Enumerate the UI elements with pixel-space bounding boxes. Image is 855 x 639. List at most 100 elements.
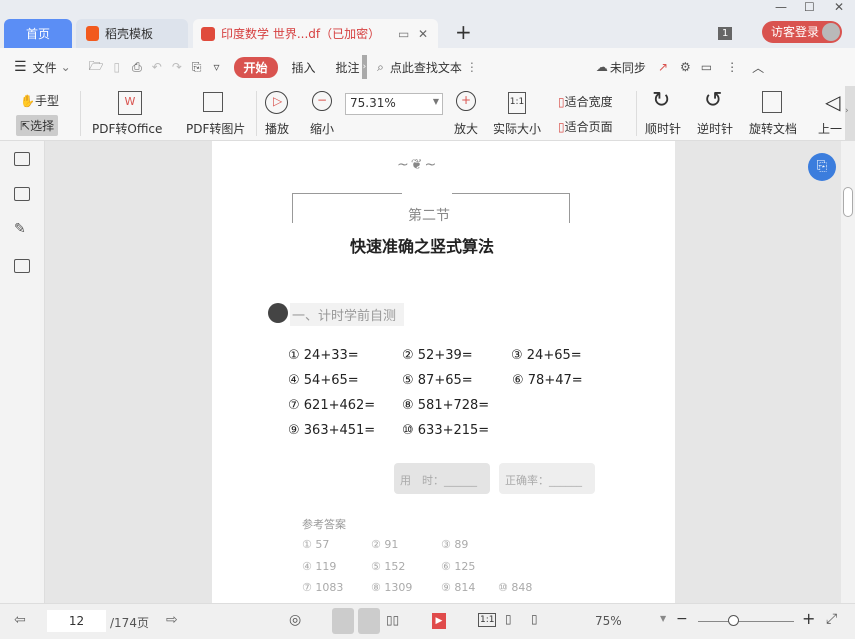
open-icon[interactable]: 🗁 xyxy=(89,57,104,78)
comment-icon[interactable]: ▭ xyxy=(701,60,712,74)
sync-status[interactable]: 未同步 xyxy=(610,59,646,76)
scrollbar-thumb[interactable] xyxy=(843,187,853,217)
print-icon[interactable]: ⎙ xyxy=(132,60,142,75)
time-box: 用 时：______ xyxy=(394,463,490,494)
pdf-to-office-button[interactable]: PDF转Office xyxy=(92,120,162,137)
hand-label: 手型 xyxy=(34,94,59,108)
actual-size-icon: 1:1 xyxy=(508,92,526,114)
thumbnail-icon[interactable] xyxy=(14,187,30,201)
tab-label: 印度数学 世界...df（已加密） xyxy=(221,27,381,41)
outline-icon[interactable] xyxy=(14,152,30,166)
pin-icon[interactable]: ▭ xyxy=(398,27,409,41)
zoom-in-button[interactable]: 放大 xyxy=(454,120,478,137)
collapse-icon[interactable]: ︿ xyxy=(752,59,764,76)
tab-templates[interactable]: 稻壳模板 xyxy=(76,19,188,48)
tab-document[interactable]: 印度数学 世界...df（已加密） ▭ ✕ xyxy=(193,19,438,48)
select-tool[interactable]: ⇱选择 xyxy=(16,115,59,136)
pdf-page: ~❦~ 第二节 快速准确之竖式算法 一、计时学前自测 ① 24+33= ② 52… xyxy=(212,141,675,603)
close-tab-icon[interactable]: ✕ xyxy=(418,27,428,41)
undo-icon[interactable]: ↶ xyxy=(152,60,162,74)
window-count-badge[interactable]: 1 xyxy=(718,27,733,40)
share-icon[interactable]: ↗ xyxy=(658,60,668,74)
answer: ① 57 xyxy=(302,538,330,551)
new-tab-button[interactable]: + xyxy=(455,20,472,44)
fit-page-button[interactable]: ▯ xyxy=(505,612,512,626)
maximize-button[interactable]: ☐ xyxy=(804,0,815,14)
tab-comment[interactable]: 批注 xyxy=(336,59,360,76)
section-label: 第二节 xyxy=(408,208,450,224)
question: ① 24+33= xyxy=(288,348,359,363)
rotate-clockwise-button[interactable]: 顺时针 xyxy=(645,120,681,137)
prev-page-icon[interactable]: ⇦ xyxy=(14,612,26,628)
eye-protect-icon[interactable]: ◎ xyxy=(289,612,301,628)
file-menu[interactable]: 文件 xyxy=(33,59,57,76)
redo-icon[interactable]: ↷ xyxy=(172,60,182,74)
zoom-out-button[interactable]: 缩小 xyxy=(310,120,334,137)
fit-page-button[interactable]: ▯适合页面 xyxy=(558,118,613,135)
answer: ⑩ 848 xyxy=(498,581,533,594)
fit-width-button[interactable]: ▯适合宽度 xyxy=(558,93,613,110)
export-icon[interactable] xyxy=(14,259,30,273)
zoom-slider-thumb[interactable] xyxy=(728,615,739,626)
chevron-down-icon: ▼ xyxy=(432,97,439,106)
scroll-ribbon-button[interactable]: › xyxy=(845,86,855,141)
zoom-out-button[interactable]: − xyxy=(676,611,688,627)
chevron-down-icon[interactable]: ▼ xyxy=(660,614,666,623)
menu-icon[interactable]: ☰ xyxy=(14,59,27,75)
rotate-document-button[interactable]: 旋转文档 xyxy=(749,120,797,137)
zoom-percent[interactable]: 75% xyxy=(595,614,622,628)
pdf-to-image-button[interactable]: PDF转图片 xyxy=(186,120,245,137)
scroll-tabs-button[interactable]: › xyxy=(361,55,368,79)
chevron-down-icon[interactable]: ⌄ xyxy=(61,60,71,74)
more-vert-icon[interactable]: ⋮ xyxy=(466,60,478,74)
answer: ⑧ 1309 xyxy=(371,581,413,594)
actual-size-button[interactable]: 实际大小 xyxy=(493,120,541,137)
select-label: 选择 xyxy=(30,119,55,133)
continuous-view-button[interactable] xyxy=(332,608,354,634)
prev-page-button[interactable]: 上一 xyxy=(818,120,842,137)
annotation-icon[interactable]: ✎ xyxy=(14,221,26,237)
two-page-button[interactable]: ▯▯ xyxy=(386,613,399,627)
question: ⑥ 78+47= xyxy=(512,373,583,388)
fit-page-label: 适合页面 xyxy=(564,120,613,134)
more-icon[interactable]: ▿ xyxy=(213,60,219,74)
fit-width-button[interactable]: ▯ xyxy=(531,612,538,626)
float-tool-button[interactable]: ⎘ xyxy=(808,153,836,181)
zoom-in-icon[interactable]: + xyxy=(456,91,476,111)
document-title: 快速准确之竖式算法 xyxy=(350,237,495,256)
single-page-button[interactable] xyxy=(358,608,380,634)
quick-toolbar: ☰ 文件 ⌄ 🗁 ▯ ⎙ ↶ ↷ ⎘ ▿ 开始 插入 批注 › ⌕ 点此查找文本… xyxy=(0,48,855,86)
avatar xyxy=(822,23,840,41)
play-button[interactable]: ▶ xyxy=(432,613,446,629)
scrollbar[interactable] xyxy=(841,141,855,603)
tab-home[interactable]: 首页 xyxy=(4,19,72,48)
close-button[interactable]: ✕ xyxy=(834,0,844,14)
page-input[interactable]: 12 xyxy=(47,610,106,632)
answer: ② 91 xyxy=(371,538,399,551)
prev-page-icon: ◁ xyxy=(825,90,841,114)
question: ⑧ 581+728= xyxy=(402,398,490,413)
search-text-button[interactable]: 点此查找文本 xyxy=(390,59,462,76)
tab-start[interactable]: 开始 xyxy=(233,56,278,78)
pdf-to-office-icon: W xyxy=(118,91,142,115)
zoom-in-button[interactable]: + xyxy=(802,609,815,628)
minimize-button[interactable]: — xyxy=(775,0,787,14)
tab-insert[interactable]: 插入 xyxy=(292,59,316,76)
answer: ⑤ 152 xyxy=(371,560,406,573)
more-vert-icon[interactable]: ⋮ xyxy=(726,60,738,74)
export-icon[interactable]: ⎘ xyxy=(192,60,202,75)
hand-tool[interactable]: ✋手型 xyxy=(20,92,59,109)
save-icon[interactable]: ▯ xyxy=(114,60,121,74)
answer: ⑥ 125 xyxy=(441,560,476,573)
next-page-icon[interactable]: ⇨ xyxy=(166,612,178,628)
play-button[interactable]: 播放 xyxy=(265,120,289,137)
zoom-slider[interactable] xyxy=(698,621,794,622)
fullscreen-icon[interactable]: ⤢ xyxy=(826,611,837,627)
login-button[interactable]: 访客登录 xyxy=(762,21,842,43)
actual-size-button[interactable]: 1:1 xyxy=(478,613,497,627)
zoom-out-icon[interactable]: − xyxy=(312,91,332,111)
zoom-select[interactable]: 75.31% ▼ xyxy=(345,93,443,115)
gear-icon[interactable]: ⚙ xyxy=(680,60,691,74)
rotate-counter-button[interactable]: 逆时针 xyxy=(697,120,733,137)
search-icon: ⌕ xyxy=(377,59,384,74)
